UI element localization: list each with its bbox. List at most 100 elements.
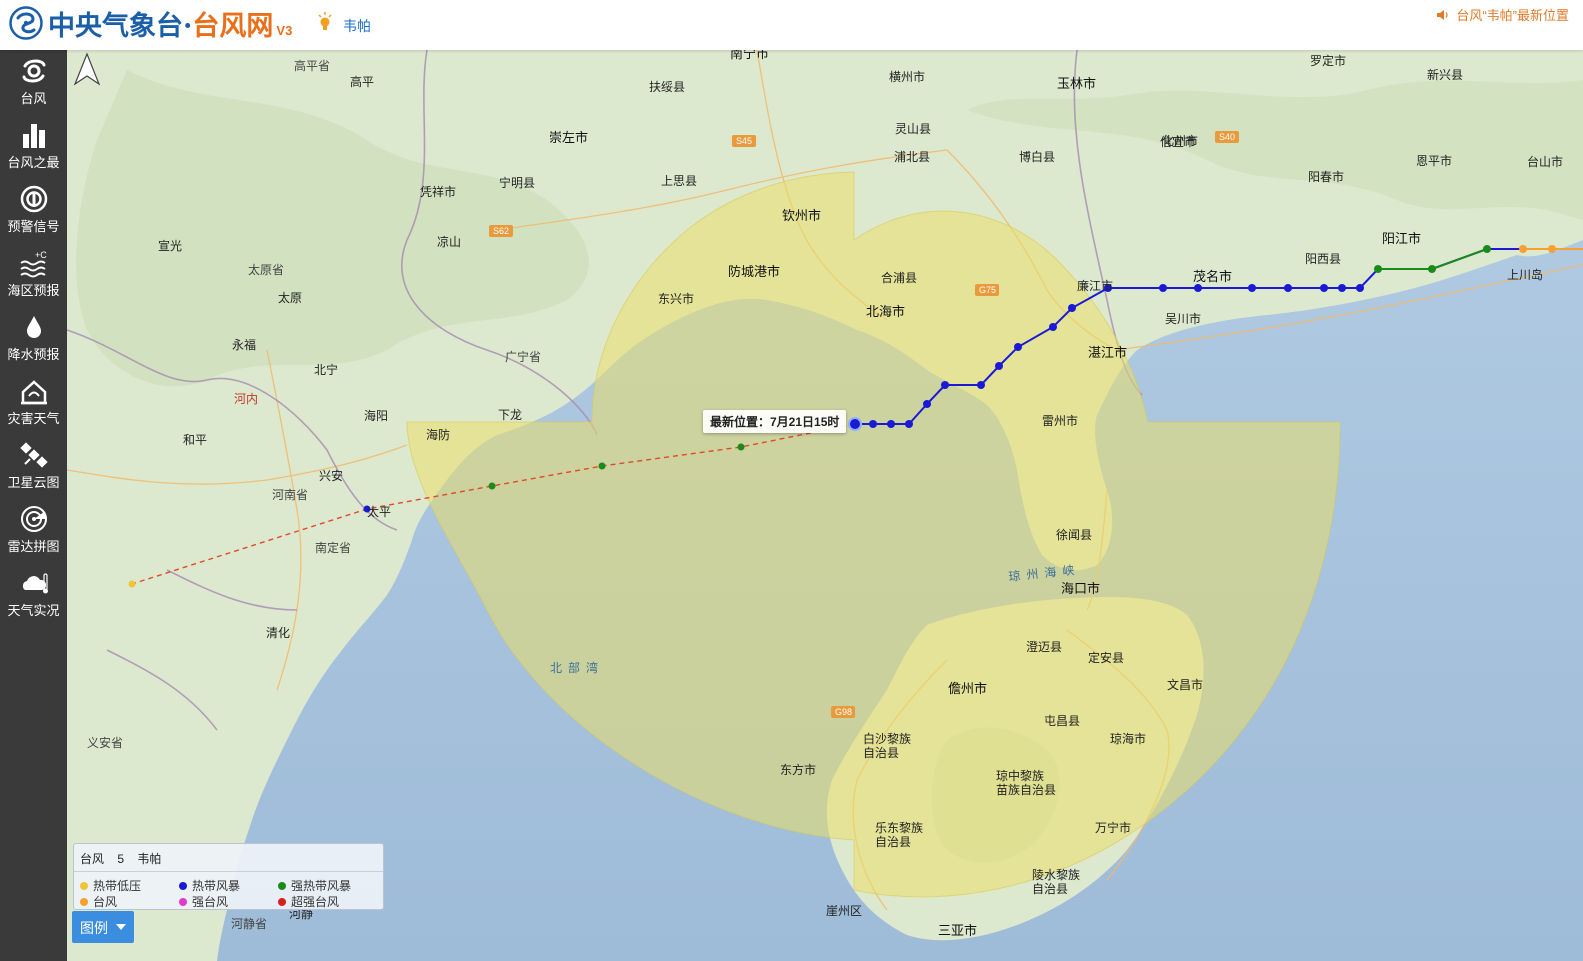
radar-icon: [20, 506, 47, 532]
legend-dot-icon: [278, 882, 286, 890]
label-hanam: 河南省: [272, 487, 308, 502]
label-bobai: 博白县: [1019, 149, 1055, 164]
legend-item-sts: 强热带风暴: [278, 877, 351, 894]
nav-radar[interactable]: 雷达拼图: [0, 498, 67, 562]
label-namdinh: 南定省: [315, 540, 351, 555]
label-wanning: 万宁市: [1095, 820, 1131, 835]
latest-position-link[interactable]: 台风“韦帕”最新位置: [1436, 5, 1569, 24]
label-dingan: 定安县: [1088, 650, 1124, 665]
label-lianjiang: 廉江市: [1077, 278, 1113, 293]
label-nghean: 义安省: [87, 735, 123, 750]
nav-rain-forecast[interactable]: 降水预报: [0, 306, 67, 370]
label-hanoi: 河内: [234, 392, 258, 406]
label-danzhou: 儋州市: [948, 681, 987, 696]
label-tunchang: 屯昌县: [1044, 714, 1080, 728]
label-haikou: 海口市: [1061, 581, 1100, 596]
nav-sea-forecast[interactable]: +C 海区预报: [0, 242, 67, 306]
legend-item-superty: 超强台风: [278, 893, 339, 910]
typhoon-logo-icon[interactable]: [9, 6, 43, 40]
label-dongfang: 东方市: [780, 762, 816, 777]
svg-text:S62: S62: [493, 226, 509, 236]
label-haifang: 海防: [426, 427, 450, 442]
current-typhoon-link[interactable]: 韦帕: [343, 16, 371, 36]
version-badge: V3: [276, 23, 293, 38]
label-maoming: 茂名市: [1193, 269, 1232, 284]
label-hatinh: 河静省: [231, 917, 267, 931]
label-yazhou: 崖州区: [826, 904, 862, 918]
legend-item-td: 热带低压: [80, 877, 141, 894]
disaster-weather-icon: [20, 380, 47, 405]
label-nanning: 南宁市: [730, 50, 769, 61]
label-ningming: 宁明县: [499, 175, 535, 190]
current-typhoon-position[interactable]: [848, 417, 862, 431]
header: 中央气象台·台风网 V3 韦帕 台风“韦帕”最新位置: [0, 0, 1583, 50]
nav-disaster-weather[interactable]: 灾害天气: [0, 370, 67, 434]
sidebar: 台风 台风之最 预警信号 +C 海区预报 降水预报 灾害天气 卫星云图 雷达拼图…: [0, 50, 67, 961]
weather-live-icon: [22, 573, 48, 594]
label-gaoping: 高平: [350, 74, 374, 89]
label-qionghai: 琼海市: [1110, 731, 1146, 746]
bar-chart-icon: [22, 124, 45, 148]
label-leizhou: 雷州市: [1042, 413, 1078, 428]
nav-warning-signal[interactable]: 预警信号: [0, 178, 67, 242]
legend-typhoon-name: 韦帕: [137, 852, 162, 866]
warning-signal-icon: [20, 185, 47, 213]
label-pubei: 浦北县: [894, 150, 930, 164]
label-yangjiang: 阳江市: [1382, 231, 1421, 246]
legend-dot-icon: [278, 898, 286, 906]
legend-button-label: 图例: [80, 920, 108, 936]
latest-position-tooltip: 最新位置：7月21日15时: [703, 410, 847, 433]
brand-main: 中央气象台·: [48, 11, 193, 42]
label-chengmai: 澄迈县: [1026, 639, 1062, 654]
label-shangsi: 上思县: [661, 174, 697, 188]
nav-label: 卫星云图: [7, 475, 60, 490]
label-beihai: 北海市: [866, 304, 905, 319]
label-hengzhou: 横州市: [889, 69, 925, 84]
legend-item-ts: 热带风暴: [179, 877, 240, 894]
label-fangchenggang: 防城港市: [728, 264, 780, 279]
nav-weather-live[interactable]: 天气实况: [0, 562, 67, 626]
label-taiping: 太平: [367, 504, 391, 519]
rain-drop-icon: [26, 316, 41, 338]
label-xialong: 下龙: [498, 408, 522, 422]
map-canvas[interactable]: 南宁市 玉林市 罗定市 崇左市 钦州市 防城港市 北海市 合浦县 湛江市 茂名市…: [67, 50, 1583, 961]
lightbulb-icon: [318, 12, 332, 30]
legend-item-ty: 台风: [80, 893, 117, 910]
legend-title: 台风 5 韦帕: [80, 850, 161, 867]
label-taiyuan: 太原省: [248, 262, 284, 277]
legend-toggle-button[interactable]: 图例: [72, 911, 134, 943]
site-title[interactable]: 中央气象台·台风网 V3: [48, 4, 292, 43]
label-wenchang: 文昌市: [1167, 677, 1203, 692]
label-xinxing: 新兴县: [1427, 67, 1463, 82]
typhoon-map[interactable]: 南宁市 玉林市 罗定市 崇左市 钦州市 防城港市 北海市 合浦县 湛江市 茂名市…: [67, 50, 1583, 961]
latest-position-text: 台风“韦帕”最新位置: [1456, 8, 1569, 23]
svg-text:S45: S45: [736, 136, 752, 146]
label-hepu: 合浦县: [881, 270, 917, 285]
legend-item-sty: 强台风: [179, 893, 228, 910]
sea-forecast-icon: +C: [19, 250, 47, 278]
label-xingan: 兴安: [319, 468, 343, 483]
label-haiphong: 海阳: [364, 408, 388, 423]
speaker-icon: [1437, 10, 1448, 20]
svg-text:+C: +C: [35, 250, 47, 260]
label-taishan: 台山市: [1527, 154, 1563, 169]
nav-typhoon-records[interactable]: 台风之最: [0, 114, 67, 178]
legend-number: 5: [117, 852, 125, 866]
nav-typhoon[interactable]: 台风: [0, 50, 67, 114]
label-wuchuan: 吴川市: [1165, 311, 1201, 326]
label-lingshan: 灵山县: [895, 122, 931, 136]
nav-label: 预警信号: [7, 219, 60, 234]
legend-panel: 台风 5 韦帕 热带低压 热带风暴 强热带风暴 台风 强台风 超强台风: [73, 843, 384, 910]
label-xinyi: 信宜市: [1160, 134, 1196, 149]
nav-label: 雷达拼图: [7, 539, 60, 554]
nav-satellite[interactable]: 卫星云图: [0, 434, 67, 498]
label-fusui: 扶绥县: [649, 79, 685, 94]
nav-label: 天气实况: [7, 603, 60, 618]
nav-label: 降水预报: [7, 347, 60, 362]
label-caobang: 高平省: [294, 58, 330, 73]
typhoon-icon: [22, 59, 45, 83]
compass-icon[interactable]: [67, 50, 107, 90]
svg-text:S40: S40: [1219, 132, 1235, 142]
label-xuwen: 徐闻县: [1056, 527, 1092, 542]
label-yongfu: 永福: [232, 337, 256, 352]
